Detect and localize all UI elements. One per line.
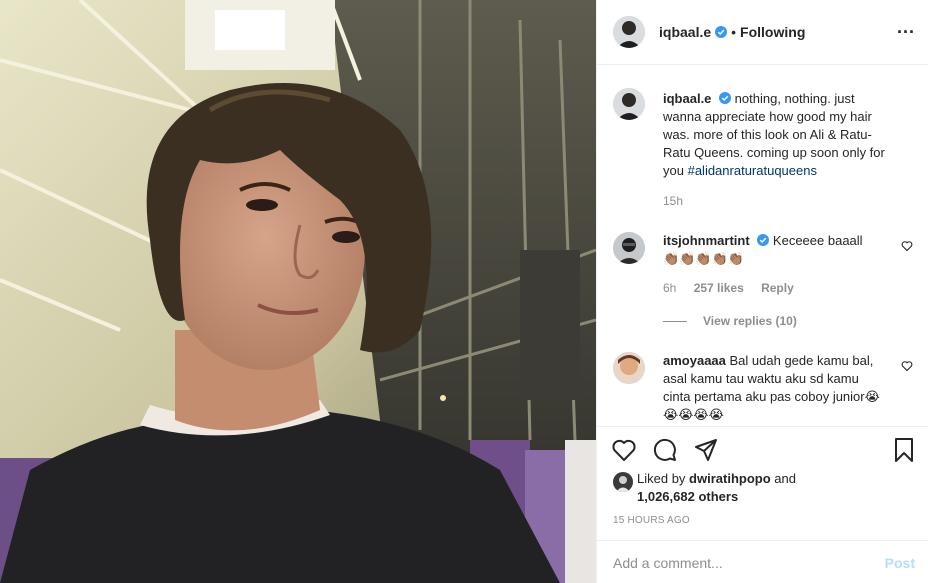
view-replies-button[interactable]: View replies (10) bbox=[663, 314, 797, 328]
comment-like-icon[interactable] bbox=[901, 240, 913, 252]
liker-username[interactable]: dwiratihpopo bbox=[689, 471, 771, 486]
author-avatar[interactable] bbox=[613, 16, 645, 48]
caption-avatar[interactable] bbox=[613, 88, 645, 120]
comment-likes[interactable]: 257 likes bbox=[694, 281, 744, 295]
caption-hashtag[interactable]: #alidanraturatuqueens bbox=[688, 163, 817, 178]
add-comment-bar: Post bbox=[597, 540, 928, 583]
action-bar bbox=[597, 426, 928, 474]
verified-badge-icon bbox=[715, 26, 728, 38]
likes-text: Liked by dwiratihpopo and 1,026,682 othe… bbox=[637, 470, 796, 506]
likes-joiner: and bbox=[774, 471, 796, 486]
verified-badge-icon bbox=[757, 234, 770, 246]
comment-meta: 6h 257 likes Reply bbox=[663, 281, 808, 295]
following-button[interactable]: Following bbox=[740, 24, 805, 40]
post-comment-button[interactable]: Post bbox=[885, 555, 915, 571]
comment-item: amoyaaaa Bal udah gede kamu bal, asal ka… bbox=[613, 352, 913, 426]
replies-line bbox=[663, 320, 687, 322]
likes-prefix: Liked by bbox=[637, 471, 686, 486]
comments-area[interactable]: iqbaal.e nothing, nothing. just wanna ap… bbox=[597, 66, 928, 426]
caption-meta: 15h bbox=[663, 194, 697, 208]
comment-icon[interactable] bbox=[652, 437, 678, 463]
add-comment-input[interactable] bbox=[613, 553, 863, 573]
comment-like-icon[interactable] bbox=[901, 360, 913, 372]
comment-item: itsjohnmartint Keceeee baaall 👏🏽👏🏽👏🏽👏🏽👏🏽… bbox=[613, 232, 913, 342]
caption-username[interactable]: iqbaal.e bbox=[663, 91, 711, 106]
commenter-avatar[interactable] bbox=[613, 232, 645, 264]
comment-username[interactable]: itsjohnmartint bbox=[663, 233, 750, 248]
post-header: iqbaal.e • Following ... bbox=[597, 0, 928, 65]
reply-button[interactable]: Reply bbox=[761, 281, 794, 295]
post-timestamp[interactable]: 15 HOURS AGO bbox=[613, 515, 690, 526]
comment-age[interactable]: 6h bbox=[663, 281, 676, 295]
comment-body: Keceeee baaall bbox=[772, 233, 863, 248]
comment-text: itsjohnmartint Keceeee baaall 👏🏽👏🏽👏🏽👏🏽👏🏽 bbox=[663, 232, 885, 268]
post-side-panel: iqbaal.e • Following ... iqbaal.e nothin… bbox=[596, 0, 928, 583]
comment-emoji: 👏🏽👏🏽👏🏽👏🏽👏🏽 bbox=[663, 251, 744, 266]
heart-icon[interactable] bbox=[611, 437, 637, 463]
commenter-avatar[interactable] bbox=[613, 352, 645, 384]
post-photo[interactable] bbox=[0, 0, 596, 583]
view-replies-label: View replies (10) bbox=[703, 314, 797, 328]
caption: iqbaal.e nothing, nothing. just wanna ap… bbox=[613, 88, 913, 208]
bookmark-icon[interactable] bbox=[891, 437, 917, 463]
likes-count[interactable]: 1,026,682 others bbox=[637, 489, 738, 504]
caption-text: iqbaal.e nothing, nothing. just wanna ap… bbox=[663, 90, 885, 180]
comment-text: amoyaaaa Bal udah gede kamu bal, asal ka… bbox=[663, 352, 885, 424]
more-options-icon[interactable]: ... bbox=[897, 18, 915, 36]
selfie-image bbox=[0, 0, 596, 583]
author-username[interactable]: iqbaal.e bbox=[659, 24, 711, 40]
instagram-post: iqbaal.e • Following ... iqbaal.e nothin… bbox=[0, 0, 928, 583]
header-separator: • bbox=[731, 24, 737, 40]
likes-summary: Liked by dwiratihpopo and 1,026,682 othe… bbox=[613, 470, 913, 510]
verified-badge-icon bbox=[719, 92, 732, 104]
caption-age[interactable]: 15h bbox=[663, 194, 683, 208]
share-icon[interactable] bbox=[693, 437, 719, 463]
comment-username[interactable]: amoyaaaa bbox=[663, 353, 726, 368]
liker-avatar[interactable] bbox=[613, 472, 633, 492]
